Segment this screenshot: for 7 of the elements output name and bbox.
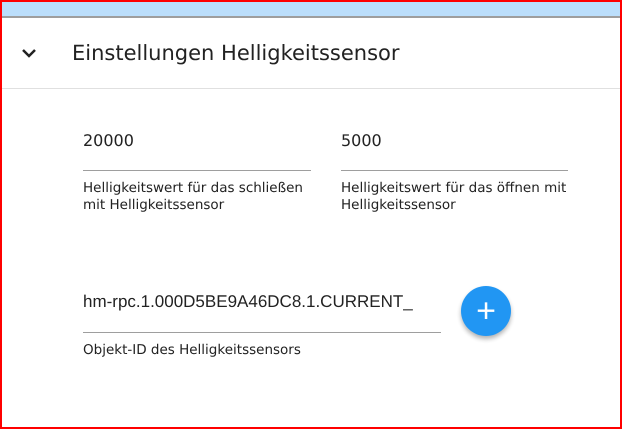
helper-text: Helligkeitswert für das schließen mit Helligkeitssensor bbox=[83, 180, 304, 214]
helper-text: Helligkeitswert für das öffnen mit Helligkeitssensor bbox=[341, 180, 568, 214]
input-field[interactable]: 20000 bbox=[83, 127, 311, 171]
input-field[interactable]: hm-rpc.1.000D5BE9A46DC8.1.CURRENT_ bbox=[83, 288, 441, 333]
input-field[interactable]: 5000 bbox=[341, 127, 568, 171]
helper-text: Objekt-ID des Helligkeitssensors bbox=[83, 342, 302, 359]
panel-title: Einstellungen Helligkeitssensor bbox=[72, 41, 400, 65]
